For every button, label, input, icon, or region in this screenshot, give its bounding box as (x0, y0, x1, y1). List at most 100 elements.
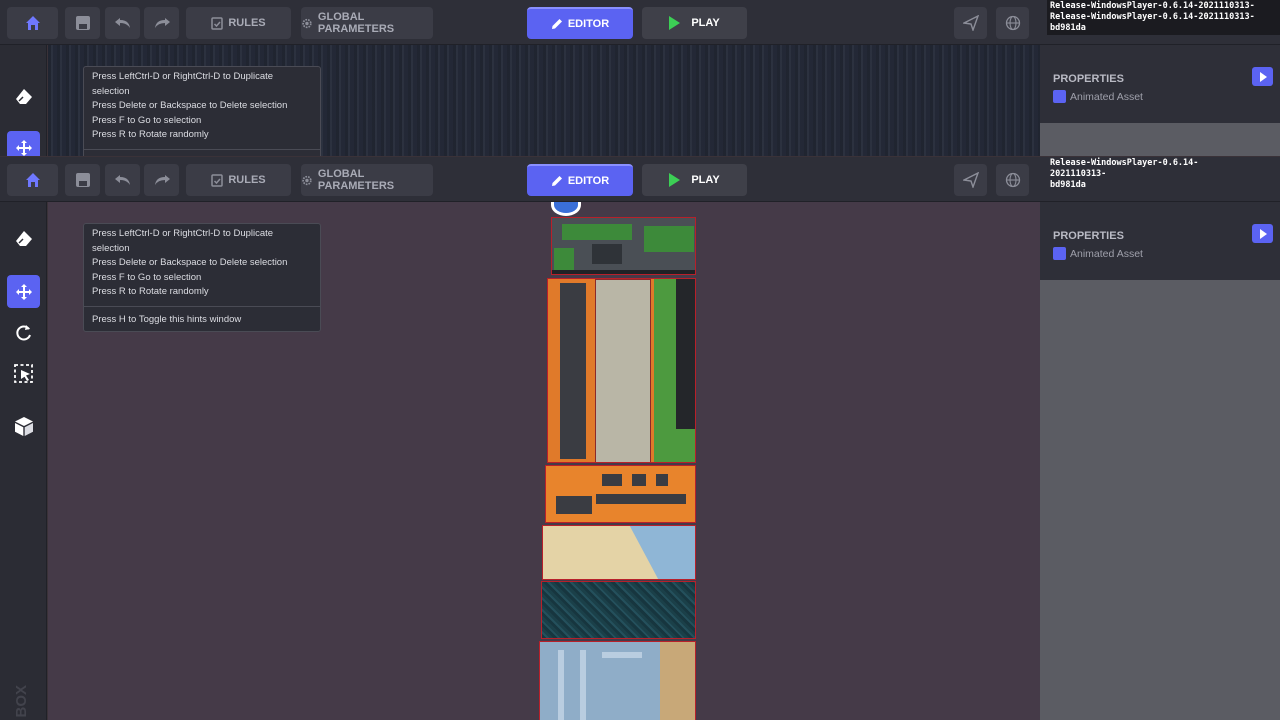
save-icon (75, 173, 90, 187)
move-tool-button[interactable] (7, 275, 40, 308)
play-label: PLAY (691, 17, 720, 29)
editor-button[interactable]: EDITOR (527, 164, 633, 196)
room (602, 474, 622, 486)
hints-divider (84, 148, 320, 150)
asset-tool-button[interactable] (7, 409, 40, 442)
corridor (596, 494, 686, 504)
pencil-icon (551, 176, 562, 186)
play-icon (1260, 228, 1267, 239)
redo-button[interactable] (144, 7, 179, 39)
rotate-icon (15, 324, 31, 340)
stone-path (560, 283, 586, 459)
redo-button[interactable] (144, 164, 179, 196)
eraser-icon (15, 88, 32, 104)
send-button[interactable] (954, 164, 987, 196)
globe-button[interactable] (996, 7, 1029, 39)
main-frame: RULES GLOBAL PARAMETERS EDITOR PLAY Rele… (0, 157, 1280, 720)
hint-delete: Press Delete or Backspace to Delete sele… (92, 100, 288, 112)
rules-label: RULES (228, 17, 266, 29)
send-icon (962, 172, 979, 188)
editor-label: EDITOR (567, 175, 610, 187)
select-tool-button[interactable] (7, 357, 40, 390)
map-section-ice (539, 641, 696, 720)
play-icon (669, 16, 681, 30)
hint-goto: Press F to Go to selection (92, 114, 202, 126)
map-section-city (551, 217, 696, 275)
properties-item-label: Animated Asset (1070, 90, 1143, 103)
tool-sidebar (0, 45, 47, 156)
water (629, 526, 695, 579)
hint-delete: Press Delete or Backspace to Delete sele… (92, 257, 288, 269)
map-section-lava-rooms (545, 465, 696, 523)
home-icon (25, 173, 40, 187)
save-button[interactable] (65, 7, 100, 39)
globe-button[interactable] (996, 164, 1029, 196)
dark-strip (676, 279, 695, 429)
ice-wall (602, 652, 642, 658)
map-section-beach (542, 525, 696, 580)
properties-panel: PROPERTIES Animated Asset (1040, 45, 1280, 156)
eraser-tool-button[interactable] (7, 79, 40, 112)
editor-viewport[interactable]: Press LeftCtrl-D or RightCtrl-D to Dupli… (48, 202, 1040, 720)
version-label: Release-WindowsPlayer-0.6.14-2021110313-… (1047, 0, 1280, 35)
properties-title: PROPERTIES (1053, 230, 1124, 242)
properties-play-button[interactable] (1252, 224, 1273, 243)
play-icon (1260, 71, 1267, 82)
hint-toggle: Press H to Toggle this hints window (92, 313, 242, 325)
rules-button[interactable]: RULES (186, 164, 291, 196)
top-frame: RULES GLOBAL PARAMETERS EDITOR PLAY Rele… (0, 0, 1280, 156)
home-button[interactable] (7, 164, 58, 196)
hints-divider (84, 305, 320, 307)
selection-cursor-icon (13, 363, 33, 383)
top-viewport[interactable]: Press LeftCtrl-D or RightCtrl-D to Dupli… (48, 45, 1040, 156)
version-line: bd981da (1050, 23, 1086, 33)
send-icon (962, 15, 979, 31)
road (552, 270, 695, 274)
globe-icon (1005, 172, 1020, 188)
level-map[interactable] (539, 217, 697, 720)
global-parameters-button[interactable]: GLOBAL PARAMETERS (301, 7, 433, 39)
side-logo-text: BOX (13, 685, 30, 718)
globe-icon (1005, 15, 1020, 31)
location-pin-icon (551, 202, 581, 216)
rules-button[interactable]: RULES (186, 7, 291, 39)
undo-button[interactable] (105, 7, 140, 39)
rotate-tool-button[interactable] (7, 316, 40, 349)
properties-item[interactable]: Animated Asset (1053, 247, 1143, 260)
room (656, 474, 668, 486)
gear-icon (302, 175, 312, 185)
move-icon (15, 283, 32, 300)
version-line: Release-WindowsPlayer-0.6.14-2021110313- (1050, 1, 1255, 11)
properties-title: PROPERTIES (1053, 73, 1124, 85)
editor-button[interactable]: EDITOR (527, 7, 633, 39)
eraser-tool-button[interactable] (7, 221, 40, 254)
global-parameters-label: GLOBAL PARAMETERS (317, 11, 395, 35)
properties-play-button[interactable] (1252, 67, 1273, 86)
map-section-lava (547, 278, 696, 463)
ice-wall (580, 650, 586, 720)
play-icon (669, 173, 681, 187)
hint-rotate: Press R to Rotate randomly (92, 286, 209, 298)
move-tool-button[interactable] (7, 131, 40, 156)
sand-room (660, 642, 695, 720)
global-parameters-button[interactable]: GLOBAL PARAMETERS (301, 164, 433, 196)
properties-item[interactable]: Animated Asset (1053, 90, 1143, 103)
gear-icon (302, 18, 312, 28)
stone-floor (595, 279, 651, 462)
home-button[interactable] (7, 7, 58, 39)
editor-label: EDITOR (567, 18, 610, 30)
cube-icon (14, 416, 33, 436)
ice-wall (558, 650, 564, 720)
undo-icon (114, 18, 130, 28)
clipboard-icon (211, 17, 224, 30)
rules-label: RULES (228, 174, 266, 186)
save-button[interactable] (65, 164, 100, 196)
version-line: bd981da (1050, 180, 1086, 190)
play-button[interactable]: PLAY (642, 164, 747, 196)
play-button[interactable]: PLAY (642, 7, 747, 39)
hints-window: Press LeftCtrl-D or RightCtrl-D to Dupli… (83, 66, 321, 156)
eraser-icon (15, 230, 32, 246)
undo-button[interactable] (105, 164, 140, 196)
send-button[interactable] (954, 7, 987, 39)
animated-asset-icon (1053, 90, 1066, 103)
